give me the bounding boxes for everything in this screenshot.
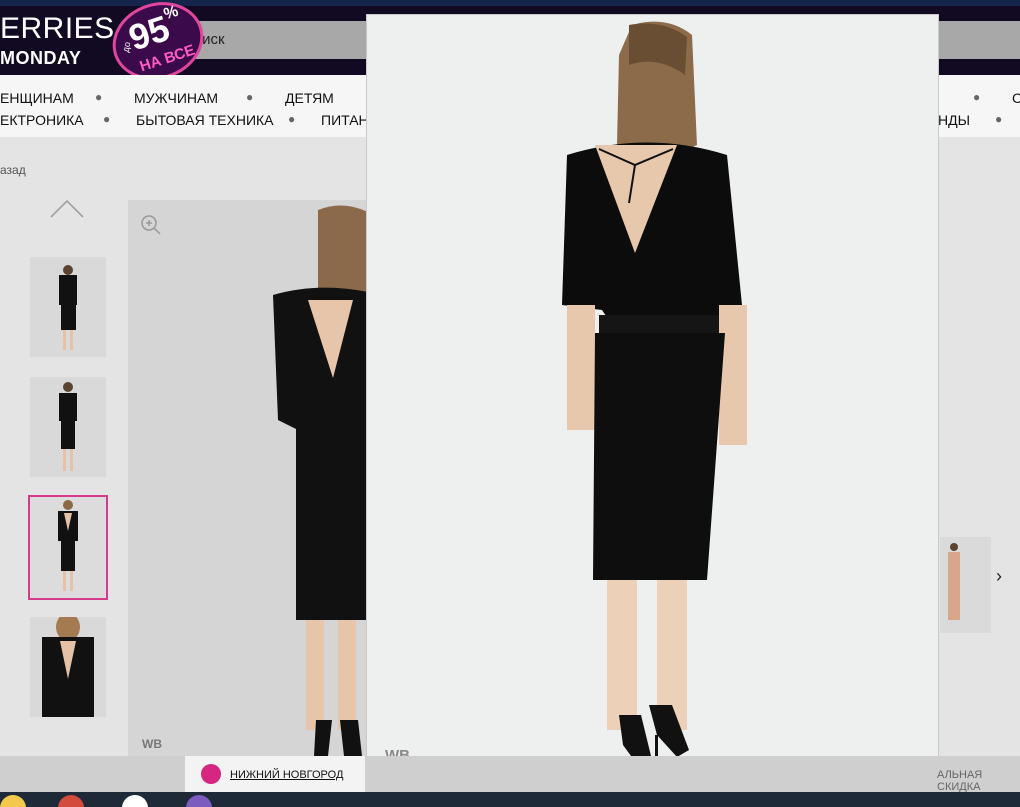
- back-link[interactable]: азад: [0, 163, 26, 177]
- dress-main-image: [128, 200, 368, 756]
- start-icon[interactable]: [0, 795, 26, 807]
- nav-separator: ●: [246, 90, 254, 104]
- gallery-thumbnail[interactable]: [30, 257, 106, 357]
- os-taskbar: [0, 792, 1020, 807]
- dress-back-closeup-image: [30, 613, 106, 717]
- zoomed-dress-image: [367, 15, 938, 779]
- nav-item-appliances[interactable]: БЫТОВАЯ ТЕХНИКА: [136, 112, 274, 128]
- gallery-thumbnail[interactable]: [30, 377, 106, 477]
- city-label[interactable]: НИЖНИЙ НОВГОРОД: [230, 769, 343, 781]
- nav-separator: ●: [288, 112, 296, 126]
- gallery-thumbnail[interactable]: [30, 613, 106, 717]
- dress-side-image: [30, 377, 106, 477]
- nav-separator: ●: [973, 90, 981, 104]
- location-icon: [201, 764, 221, 784]
- brand-logo-line1[interactable]: ERRIES: [0, 12, 115, 46]
- chrome-icon[interactable]: [58, 795, 84, 807]
- main-product-photo[interactable]: WB: [128, 200, 368, 756]
- gallery-up-icon[interactable]: [50, 198, 84, 218]
- nav-separator: ●: [103, 112, 111, 126]
- zoom-overlay[interactable]: WB: [366, 14, 939, 780]
- nav-item-kids[interactable]: ДЕТЯМ: [285, 90, 334, 106]
- dress-back-image: [30, 497, 106, 598]
- nav-item-electronics[interactable]: ЕКТРОНИКА: [0, 112, 84, 128]
- wb-watermark: WB: [142, 737, 162, 751]
- city-selector[interactable]: НИЖНИЙ НОВГОРОД: [185, 756, 365, 792]
- nav-separator: ●: [95, 90, 103, 104]
- bottom-bar: НИЖНИЙ НОВГОРОД АЛЬНАЯ СКИДКА: [0, 756, 1020, 793]
- nav-item-right-clipped[interactable]: С: [1012, 90, 1020, 106]
- dress-front-image: [30, 257, 106, 357]
- brand-logo-line2[interactable]: MONDAY: [0, 48, 81, 69]
- nav-item-women[interactable]: ЕНЩИНАМ: [0, 90, 74, 106]
- personal-discount-link[interactable]: АЛЬНАЯ СКИДКА: [937, 769, 1020, 793]
- gallery-thumbnail-active[interactable]: [28, 495, 108, 600]
- nav-item-men[interactable]: МУЖЧИНАМ: [134, 90, 218, 106]
- viber-icon[interactable]: [186, 795, 212, 807]
- zoom-icon[interactable]: [140, 214, 162, 236]
- yandex-icon[interactable]: [122, 795, 148, 807]
- nav-separator: ●: [995, 112, 1003, 126]
- recommended-item-thumbnail[interactable]: [940, 537, 991, 633]
- nav-item-food[interactable]: ПИТАН: [321, 112, 369, 128]
- beige-outfit-image: [940, 537, 991, 633]
- browser-viewport: { "header": { "brand_line1": "ERRIES", "…: [0, 0, 1020, 807]
- nav-item-brands[interactable]: НДЫ: [938, 112, 970, 128]
- chevron-right-icon[interactable]: ›: [996, 566, 1002, 587]
